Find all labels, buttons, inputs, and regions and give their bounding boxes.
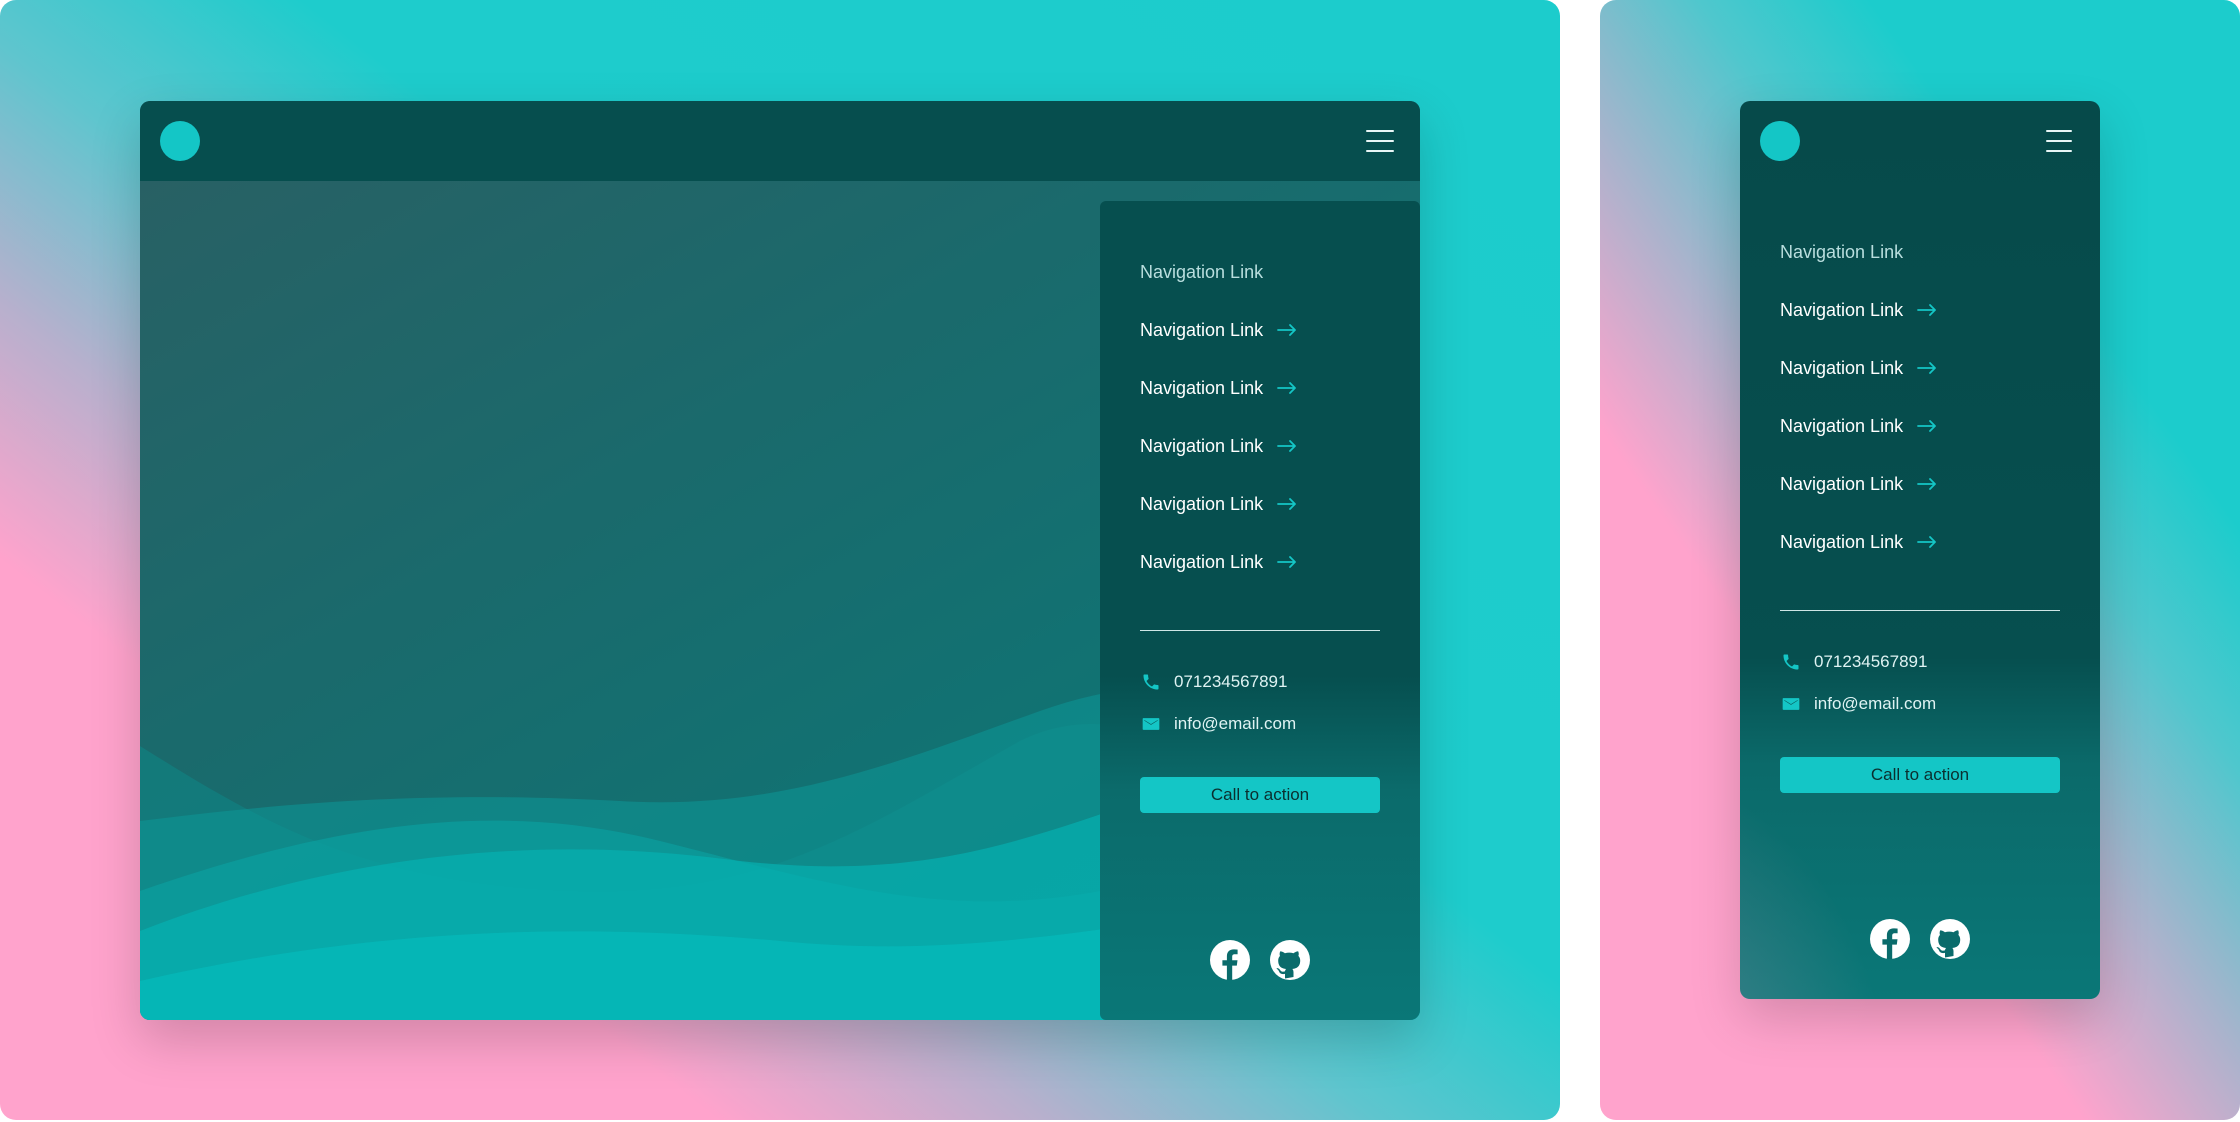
envelope-icon	[1140, 714, 1162, 734]
contact-phone[interactable]: 071234567891	[1140, 670, 1287, 694]
arrow-right-icon	[1917, 478, 1937, 490]
call-to-action-button[interactable]: Call to action	[1140, 777, 1380, 813]
nav-link[interactable]: Navigation Link	[1780, 237, 1903, 267]
menu-divider	[1140, 630, 1380, 631]
mobile-window: Navigation Link Navigation Link Navigati…	[1740, 101, 2100, 999]
arrow-right-icon	[1917, 362, 1937, 374]
logo-icon[interactable]	[1760, 121, 1800, 161]
menu-divider	[1780, 610, 2060, 611]
nav-link[interactable]: Navigation Link	[1140, 489, 1297, 519]
hamburger-menu-icon[interactable]	[1366, 130, 1394, 152]
mobile-preview-panel: Navigation Link Navigation Link Navigati…	[1600, 0, 2240, 1120]
arrow-right-icon	[1277, 382, 1297, 394]
arrow-right-icon	[1917, 304, 1937, 316]
github-icon[interactable]	[1270, 940, 1310, 980]
nav-link[interactable]: Navigation Link	[1140, 257, 1263, 287]
nav-link[interactable]: Navigation Link	[1780, 469, 1937, 499]
top-navigation-bar	[140, 101, 1420, 181]
desktop-window: Navigation Link Navigation Link Navigati…	[140, 101, 1420, 1020]
github-icon[interactable]	[1930, 919, 1970, 959]
nav-link[interactable]: Navigation Link	[1780, 353, 1937, 383]
arrow-right-icon	[1917, 420, 1937, 432]
social-links	[1140, 940, 1380, 980]
contact-phone[interactable]: 071234567891	[1780, 650, 1927, 674]
nav-link[interactable]: Navigation Link	[1140, 431, 1297, 461]
dropdown-menu: Navigation Link Navigation Link Navigati…	[1100, 201, 1420, 1020]
arrow-right-icon	[1917, 536, 1937, 548]
phone-icon	[1140, 672, 1162, 692]
nav-link[interactable]: Navigation Link	[1780, 527, 1937, 557]
nav-link[interactable]: Navigation Link	[1780, 295, 1937, 325]
envelope-icon	[1780, 694, 1802, 714]
arrow-right-icon	[1277, 440, 1297, 452]
arrow-right-icon	[1277, 498, 1297, 510]
nav-link[interactable]: Navigation Link	[1140, 547, 1297, 577]
facebook-icon[interactable]	[1870, 919, 1910, 959]
social-links	[1780, 919, 2060, 959]
phone-icon	[1780, 652, 1802, 672]
desktop-preview-panel: Navigation Link Navigation Link Navigati…	[0, 0, 1560, 1120]
arrow-right-icon	[1277, 556, 1297, 568]
contact-email[interactable]: info@email.com	[1140, 712, 1296, 736]
hamburger-menu-icon[interactable]	[2046, 130, 2072, 152]
logo-icon[interactable]	[160, 121, 200, 161]
facebook-icon[interactable]	[1210, 940, 1250, 980]
nav-link[interactable]: Navigation Link	[1780, 411, 1937, 441]
call-to-action-button[interactable]: Call to action	[1780, 757, 2060, 793]
nav-link[interactable]: Navigation Link	[1140, 373, 1297, 403]
contact-email[interactable]: info@email.com	[1780, 692, 1936, 716]
nav-link[interactable]: Navigation Link	[1140, 315, 1297, 345]
arrow-right-icon	[1277, 324, 1297, 336]
